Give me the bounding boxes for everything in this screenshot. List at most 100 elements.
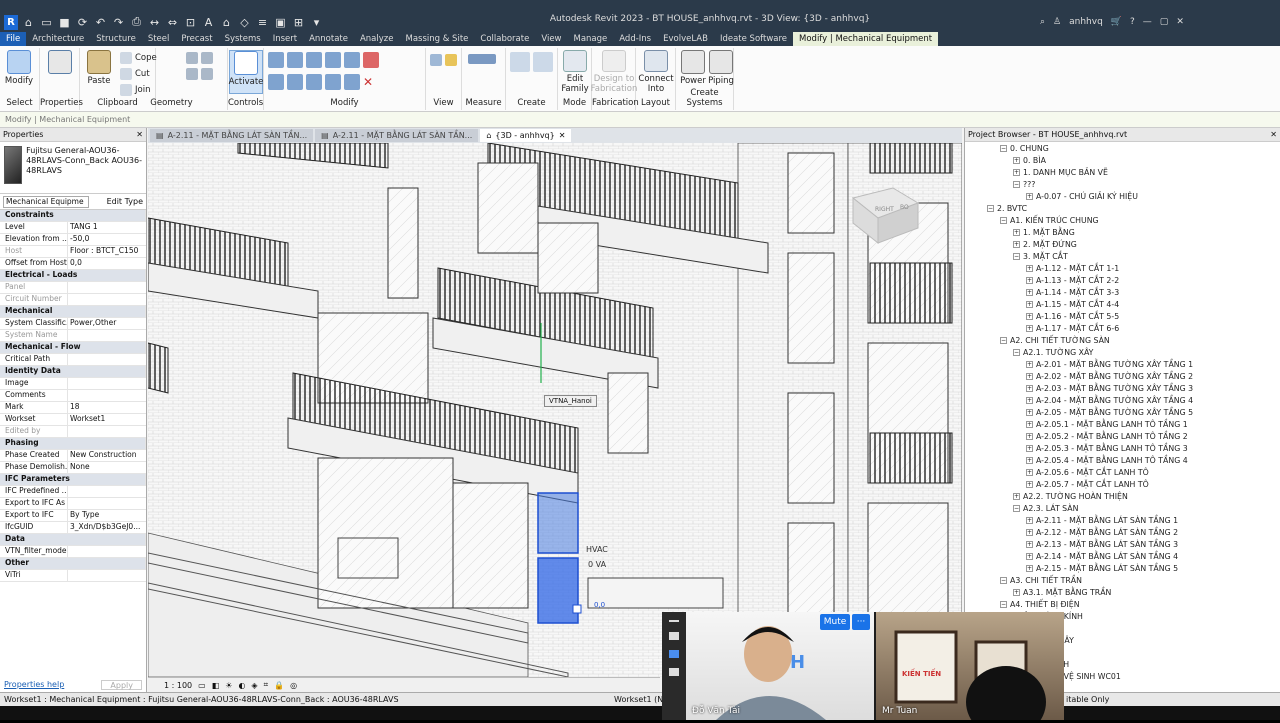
expand-icon[interactable]: + [1026, 420, 1033, 428]
property-group-header[interactable]: Mechanical [0, 306, 146, 318]
render-icon[interactable]: ◈ [251, 681, 257, 690]
browser-item[interactable]: + A-2.03 - MẶT BẰNG TƯỜNG XÂY TẦNG 3 [965, 382, 1280, 394]
browser-item[interactable]: + A-2.02 - MẶT BẰNG TƯỜNG XÂY TẦNG 2 [965, 370, 1280, 382]
sync-icon[interactable]: ⟳ [75, 15, 90, 30]
grid-view-icon[interactable] [669, 668, 679, 676]
browser-item[interactable]: + A-2.05.3 - MẶT BẰNG LANH TÔ TẦNG 3 [965, 442, 1280, 454]
browser-item[interactable]: −??? [965, 178, 1280, 190]
revit-logo-icon[interactable]: R [4, 14, 18, 30]
browser-item[interactable]: + A-2.13 - MẶT BẰNG LÁT SÀN TẦNG 3 [965, 538, 1280, 550]
tab-view[interactable]: View [535, 32, 567, 46]
dimension-icon[interactable]: ⇔ [165, 15, 180, 30]
lock-icon[interactable]: 🔒 [274, 681, 284, 690]
geometry-tools[interactable] [186, 52, 213, 64]
property-value[interactable] [68, 570, 146, 581]
expand-icon[interactable]: + [1026, 528, 1033, 536]
browser-item[interactable]: +2. MẶT ĐỨNG [965, 238, 1280, 250]
doc-tab-lat-san-1[interactable]: ▤ A-2.11 - MẶT BẰNG LÁT SÀN TẦN... [150, 129, 314, 142]
browser-item[interactable]: −3. MẶT CẮT [965, 250, 1280, 262]
redo-icon[interactable]: ↷ [111, 15, 126, 30]
help-icon[interactable]: ? [1130, 17, 1135, 27]
close-icon[interactable]: ✕ [136, 130, 143, 139]
close-button[interactable]: ✕ [1176, 17, 1184, 27]
expand-icon[interactable]: + [1026, 540, 1033, 548]
tag-icon[interactable]: ⊡ [183, 15, 198, 30]
tab-analyze[interactable]: Analyze [354, 32, 400, 46]
expand-icon[interactable]: + [1026, 288, 1033, 296]
type-selector[interactable]: Fujitsu General-AOU36-48RLAVS-Conn_Back … [0, 142, 146, 194]
collapse-icon[interactable]: − [1013, 504, 1020, 512]
browser-item[interactable]: + A-2.05.7 - MẶT CẮT LANH TÔ [965, 478, 1280, 490]
3d-view-icon[interactable]: ⌂ [219, 15, 234, 30]
3d-viewport[interactable]: RIGHT BO VTNA_Hanoi HVAC 0 VA 0,0 [148, 143, 962, 677]
browser-item[interactable]: + A3.1. MẶT BẰNG TRẦN [965, 586, 1280, 598]
workset-selector[interactable]: Workset1 (Nc [614, 695, 668, 704]
expand-icon[interactable]: + [1026, 468, 1033, 476]
property-group-header[interactable]: Mechanical - Flow [0, 342, 146, 354]
print-icon[interactable]: ⎙ [129, 15, 144, 30]
property-group-header[interactable]: IFC Parameters [0, 474, 146, 486]
collapse-icon[interactable]: − [1013, 252, 1020, 260]
browser-item[interactable]: + A-0.07 - CHÚ GIẢI KÝ HIỆU [965, 190, 1280, 202]
expand-icon[interactable]: + [1026, 264, 1033, 272]
property-group-header[interactable]: Data [0, 534, 146, 546]
sun-path-icon[interactable]: ☀ [225, 681, 232, 690]
stack-view-icon[interactable] [669, 650, 679, 658]
expand-icon[interactable]: + [1026, 480, 1033, 488]
expand-icon[interactable]: + [1026, 408, 1033, 416]
property-value[interactable]: Workset1 [68, 414, 146, 425]
property-value[interactable]: New Construction [68, 450, 146, 461]
cart-icon[interactable]: 🛒 [1111, 17, 1122, 27]
property-value[interactable] [68, 282, 146, 293]
property-value[interactable]: TANG 1 [68, 222, 146, 233]
browser-item[interactable]: +1. DANH MỤC BẢN VẼ [965, 166, 1280, 178]
property-value[interactable]: 0,0 [68, 258, 146, 269]
property-value[interactable]: 3_Xdn/D$b3GeJ0... [68, 522, 146, 533]
property-value[interactable] [68, 546, 146, 557]
tab-precast[interactable]: Precast [175, 32, 218, 46]
minimize-video-icon[interactable] [669, 620, 679, 622]
browser-item[interactable]: + A-2.15 - MẶT BẰNG LÁT SÀN TẦNG 5 [965, 562, 1280, 574]
property-value[interactable]: By Type [68, 510, 146, 521]
expand-icon[interactable]: + [1013, 156, 1020, 164]
property-value[interactable]: Power,Other [68, 318, 146, 329]
crop-icon[interactable]: ⌗ [264, 680, 269, 690]
browser-item[interactable]: + A-2.01 - MẶT BẰNG TƯỜNG XÂY TẦNG 1 [965, 358, 1280, 370]
doc-tab-3d-view[interactable]: ⌂ {3D - anhhvq} ✕ [480, 129, 572, 142]
property-group-header[interactable]: Electrical - Loads [0, 270, 146, 282]
tab-collaborate[interactable]: Collaborate [474, 32, 535, 46]
browser-item[interactable]: −0. CHUNG [965, 142, 1280, 154]
browser-item[interactable]: + A-2.05 - MẶT BẰNG TƯỜNG XÂY TẦNG 5 [965, 406, 1280, 418]
browser-item[interactable]: + A-2.05.6 - MẶT CẮT LANH TÔ [965, 466, 1280, 478]
hide-isolate-icon[interactable]: ◎ [290, 681, 297, 690]
browser-item[interactable]: + A-1.16 - MẶT CẮT 5-5 [965, 310, 1280, 322]
property-value[interactable] [68, 330, 146, 341]
browser-item[interactable]: − A4. THIẾT BỊ ĐIỆN [965, 598, 1280, 610]
browser-item[interactable]: +1. MẶT BẰNG [965, 226, 1280, 238]
expand-icon[interactable]: + [1026, 396, 1033, 404]
paste-button[interactable]: Paste [82, 50, 116, 94]
tab-architecture[interactable]: Architecture [26, 32, 90, 46]
detail-level-icon[interactable]: ▭ [198, 681, 206, 690]
connect-into-button[interactable]: Connect Into [638, 50, 674, 94]
tab-steel[interactable]: Steel [142, 32, 176, 46]
viewcube-back-label[interactable]: BO [900, 204, 909, 211]
geometry-tools-2[interactable] [186, 68, 213, 80]
expand-icon[interactable]: + [1026, 432, 1033, 440]
properties-button[interactable] [43, 50, 77, 94]
tab-structure[interactable]: Structure [90, 32, 142, 46]
instance-filter-dropdown[interactable]: Mechanical Equipme [3, 195, 89, 208]
select-label[interactable]: Select [0, 98, 39, 108]
browser-item[interactable]: + A-1.15 - MẶT CẮT 4-4 [965, 298, 1280, 310]
create-tools[interactable] [510, 52, 553, 72]
browser-item[interactable]: + A-2.04 - MẶT BẰNG TƯỜNG XÂY TẦNG 4 [965, 394, 1280, 406]
mute-button[interactable]: Mute [820, 614, 850, 630]
collapse-icon[interactable]: − [1013, 180, 1020, 188]
cut-geometry-button[interactable]: Cut [120, 68, 150, 80]
text-icon[interactable]: A [201, 15, 216, 30]
expand-icon[interactable]: + [1026, 300, 1033, 308]
property-value[interactable]: None [68, 462, 146, 473]
collapse-icon[interactable]: − [1000, 336, 1007, 344]
move-tools[interactable]: ✕ [268, 74, 373, 90]
expand-icon[interactable]: + [1026, 312, 1033, 320]
